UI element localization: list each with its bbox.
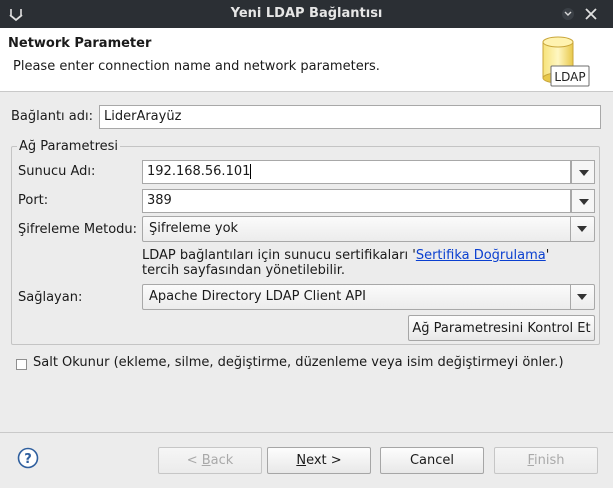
next-mnemonic: N [296, 453, 307, 468]
chevron-down-icon [570, 285, 594, 309]
check-network-parameter-button[interactable]: Ağ Parametresini Kontrol Et [408, 315, 595, 341]
back-rest: ack [210, 453, 234, 468]
encryption-selected: Şifreleme yok [149, 221, 239, 236]
network-group-title: Ağ Parametresi [17, 139, 121, 154]
read-only-checkbox[interactable] [16, 359, 27, 370]
port-input[interactable]: 389 [142, 189, 571, 213]
certificate-info: LDAP bağlantıları için sunucu sertifikal… [142, 248, 549, 263]
certificate-info-prefix: LDAP bağlantıları için sunucu sertifikal… [142, 248, 416, 263]
help-icon[interactable]: ? [17, 447, 39, 469]
port-history-dropdown[interactable] [571, 189, 595, 213]
host-label: Sunucu Adı: [18, 164, 96, 179]
svg-text:?: ? [24, 452, 32, 467]
certificate-info-line2: tercih sayfasından yönetilebilir. [142, 263, 346, 278]
host-history-dropdown[interactable] [571, 160, 595, 184]
close-icon[interactable] [583, 6, 599, 22]
finish-rest: inish [534, 453, 565, 468]
back-button[interactable]: < Back [158, 447, 262, 474]
window-title: Yeni LDAP Bağlantısı [230, 6, 383, 21]
text-caret [250, 164, 252, 179]
encryption-select[interactable]: Şifreleme yok [142, 216, 595, 242]
title-bar: Yeni LDAP Bağlantısı [0, 0, 613, 28]
connection-name-label: Bağlantı adı: [11, 109, 94, 124]
cancel-button[interactable]: Cancel [380, 447, 484, 474]
wizard-header: Network Parameter Please enter connectio… [0, 28, 613, 92]
ldap-logo-text: LDAP [554, 70, 585, 84]
read-only-label: Salt Okunur (ekleme, silme, değiştirme, … [33, 355, 564, 370]
finish-button[interactable]: Finish [494, 447, 598, 474]
provider-label: Sağlayan: [18, 290, 83, 305]
back-mnemonic: B [201, 453, 211, 468]
chevron-down-icon [570, 217, 594, 241]
footer-separator [0, 432, 613, 433]
certificate-info-suffix: ' [545, 248, 550, 263]
provider-select[interactable]: Apache Directory LDAP Client API [142, 284, 595, 310]
provider-selected: Apache Directory LDAP Client API [149, 289, 366, 304]
host-input[interactable]: 192.168.56.101 [142, 160, 571, 184]
certificate-validation-link[interactable]: Sertifika Doğrulama [416, 248, 546, 263]
minimize-icon[interactable] [561, 7, 575, 21]
ldap-database-icon: LDAP [542, 36, 590, 87]
port-label: Port: [18, 193, 49, 208]
next-button[interactable]: Next > [267, 447, 371, 474]
header-description: Please enter connection name and network… [13, 59, 380, 74]
encryption-label: Şifreleme Metodu: [18, 222, 138, 237]
header-title: Network Parameter [8, 36, 152, 51]
connection-name-input[interactable]: LiderArayüz [99, 105, 601, 129]
back-prefix: < [186, 453, 202, 468]
next-rest: ext > [306, 453, 342, 468]
host-value: 192.168.56.101 [147, 164, 251, 179]
